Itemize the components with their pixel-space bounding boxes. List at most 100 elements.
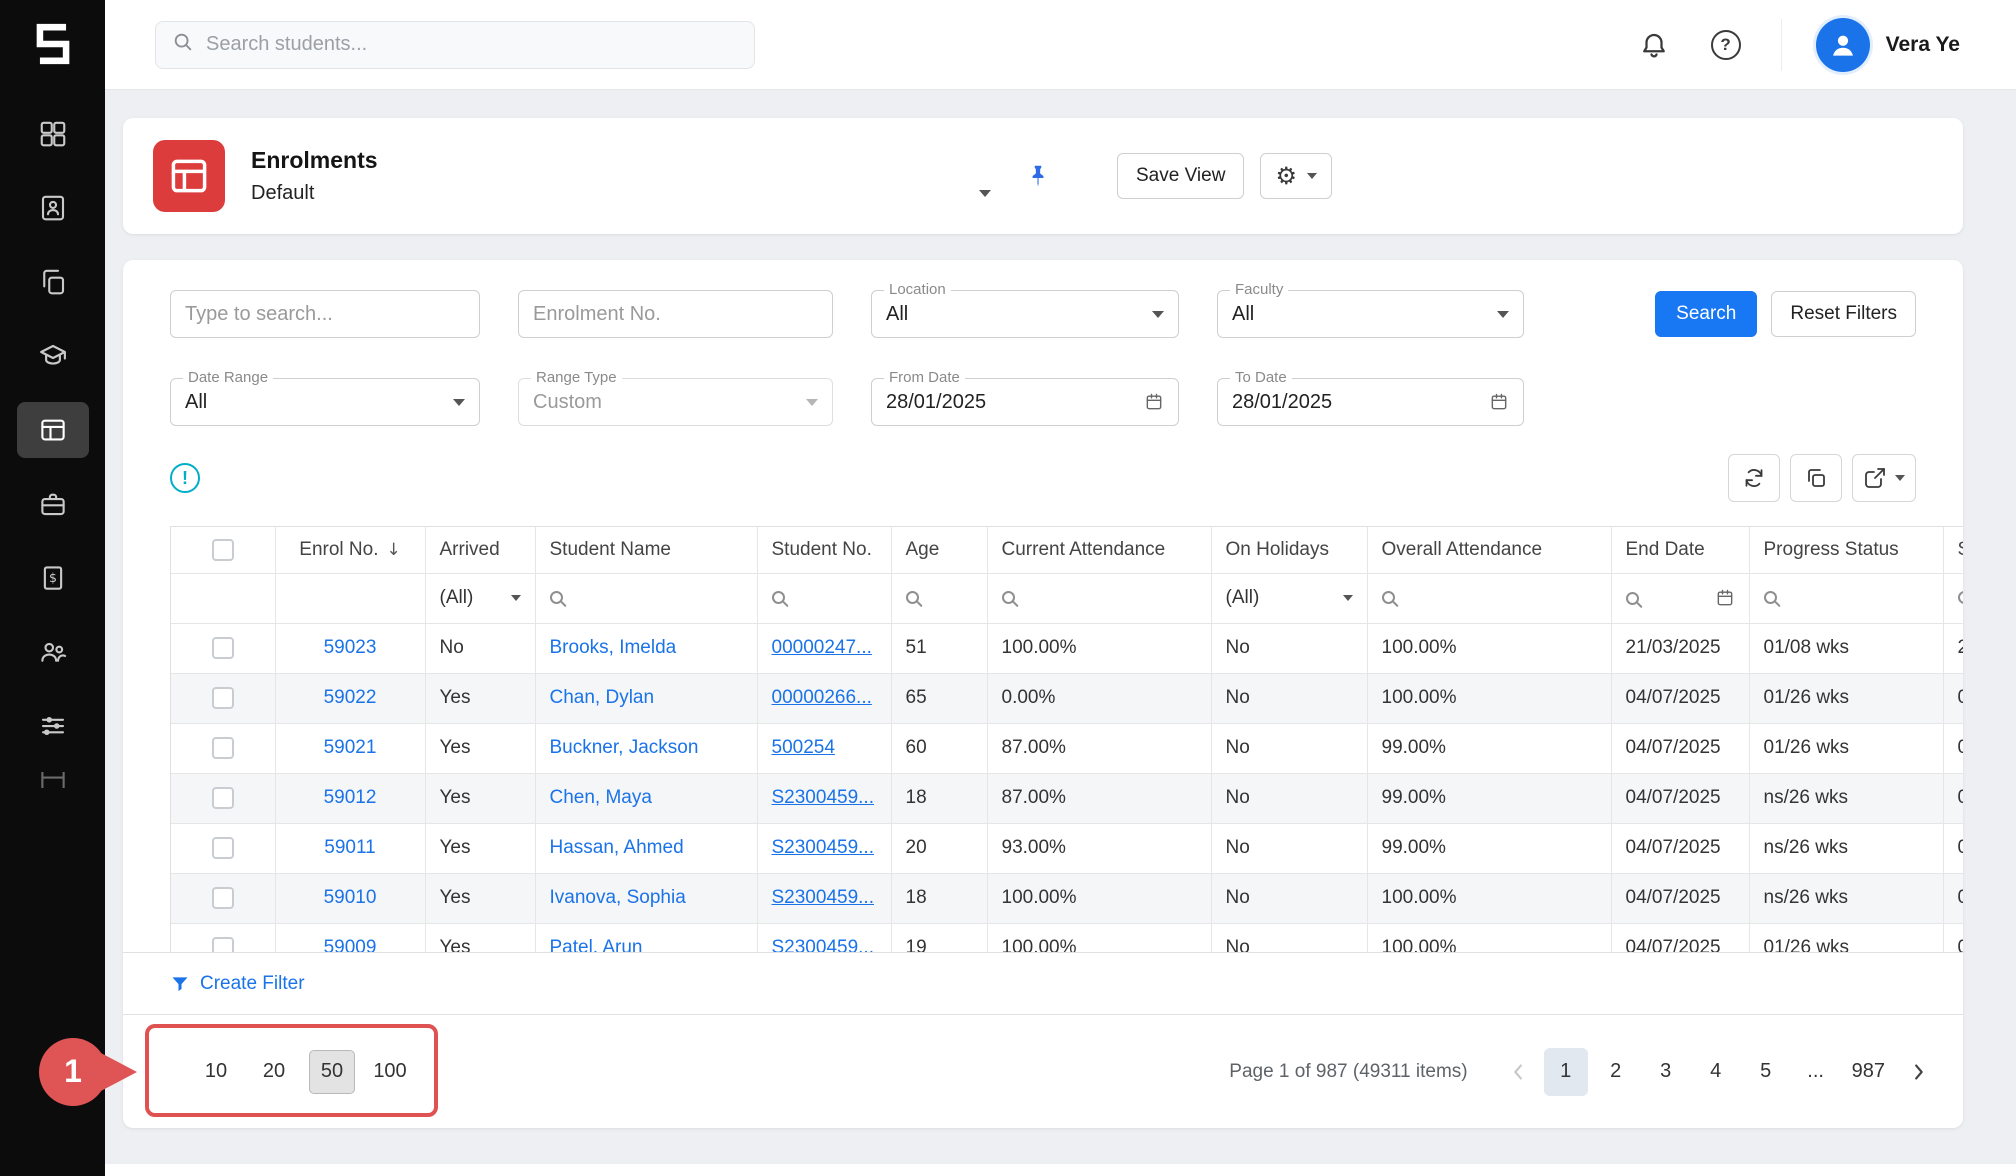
student-no-link[interactable]: 500254 <box>772 737 835 758</box>
export-button[interactable] <box>1852 454 1916 502</box>
sidebar-item-community[interactable] <box>17 624 89 680</box>
filter-clipped[interactable] <box>1943 573 1963 623</box>
page-number-group: 12345...987 <box>1544 1048 1893 1096</box>
column-header-overall-attendance[interactable]: Overall Attendance <box>1367 527 1611 573</box>
sidebar-item-contacts[interactable] <box>17 180 89 236</box>
enrol-no-link[interactable]: 59012 <box>324 787 377 808</box>
student-name-link[interactable]: Chan, Dylan <box>550 687 655 708</box>
row-checkbox[interactable] <box>212 787 234 809</box>
student-no-link[interactable]: S2300459... <box>772 787 874 808</box>
student-no-link[interactable]: S2300459... <box>772 837 874 858</box>
sidebar-item-more[interactable] <box>17 772 89 788</box>
to-date-field[interactable]: To Date 28/01/2025 <box>1217 378 1524 426</box>
date-range-select[interactable]: Date Range All <box>170 378 480 426</box>
create-filter-link[interactable]: Create Filter <box>200 973 305 995</box>
sidebar-item-services[interactable] <box>17 476 89 532</box>
reset-filters-button[interactable]: Reset Filters <box>1771 291 1916 337</box>
student-no-link[interactable]: S2300459... <box>772 937 874 952</box>
student-no-link[interactable]: 00000247... <box>772 637 872 658</box>
notifications-button[interactable] <box>1639 30 1669 60</box>
range-type-select[interactable]: Range Type Custom <box>518 378 833 426</box>
student-name-link[interactable]: Patel, Arun <box>550 937 643 952</box>
page-1[interactable]: 1 <box>1544 1048 1588 1096</box>
faculty-select[interactable]: Faculty All <box>1217 290 1524 338</box>
help-button[interactable]: ? <box>1711 30 1741 60</box>
row-checkbox[interactable] <box>212 887 234 909</box>
column-header-end-date[interactable]: End Date <box>1611 527 1749 573</box>
save-view-button[interactable]: Save View <box>1117 153 1244 199</box>
keyword-search-input[interactable] <box>170 290 480 338</box>
sidebar-item-settings[interactable] <box>17 698 89 754</box>
column-header-on-holidays[interactable]: On Holidays <box>1211 527 1367 573</box>
filter-arrived[interactable]: (All) <box>425 573 535 623</box>
row-checkbox[interactable] <box>212 687 234 709</box>
pin-view-button[interactable] <box>1025 163 1051 189</box>
filter-on-holidays[interactable]: (All) <box>1211 573 1367 623</box>
page-size-100[interactable]: 100 <box>367 1050 413 1094</box>
app-logo[interactable] <box>21 12 85 76</box>
filter-current-attendance[interactable] <box>987 573 1211 623</box>
row-checkbox[interactable] <box>212 637 234 659</box>
page-5[interactable]: 5 <box>1744 1048 1788 1096</box>
filter-age[interactable] <box>891 573 987 623</box>
enrolment-no-input[interactable] <box>518 290 833 338</box>
filter-enrol-no[interactable] <box>275 573 425 623</box>
column-header-current-attendance[interactable]: Current Attendance <box>987 527 1211 573</box>
sidebar-item-documents[interactable] <box>17 254 89 310</box>
enrol-no-link[interactable]: 59009 <box>324 937 377 952</box>
student-no-link[interactable]: S2300459... <box>772 887 874 908</box>
column-chooser-button[interactable] <box>1790 454 1842 502</box>
view-selector[interactable]: Default <box>251 182 991 205</box>
sidebar-item-dashboard[interactable] <box>17 106 89 162</box>
sidebar-item-enrolments[interactable] <box>17 402 89 458</box>
filter-student-no[interactable] <box>757 573 891 623</box>
student-no-link[interactable]: 00000266... <box>772 687 872 708</box>
page-987[interactable]: 987 <box>1844 1048 1893 1096</box>
filter-student-name[interactable] <box>535 573 757 623</box>
row-checkbox[interactable] <box>212 937 234 952</box>
avatar[interactable] <box>1816 18 1870 72</box>
enrol-no-link[interactable]: 59021 <box>324 737 377 758</box>
student-name-link[interactable]: Chen, Maya <box>550 787 652 808</box>
filter-overall-attendance[interactable] <box>1367 573 1611 623</box>
enrol-no-link[interactable]: 59022 <box>324 687 377 708</box>
student-name-link[interactable]: Ivanova, Sophia <box>550 887 686 908</box>
search-input[interactable] <box>206 33 738 56</box>
sidebar-item-invoices[interactable]: $ <box>17 550 89 606</box>
filter-progress-status[interactable] <box>1749 573 1943 623</box>
column-header-student-no[interactable]: Student No. <box>757 527 891 573</box>
column-header-clipped[interactable]: S <box>1943 527 1963 573</box>
student-name-link[interactable]: Buckner, Jackson <box>550 737 699 758</box>
column-header-progress-status[interactable]: Progress Status <box>1749 527 1943 573</box>
info-icon[interactable]: ! <box>170 463 200 493</box>
page-3[interactable]: 3 <box>1644 1048 1688 1096</box>
page-size-50[interactable]: 50 <box>309 1050 355 1094</box>
search-button[interactable]: Search <box>1655 291 1757 337</box>
row-checkbox[interactable] <box>212 737 234 759</box>
enrol-no-link[interactable]: 59010 <box>324 887 377 908</box>
next-page-button[interactable] <box>1901 1058 1935 1086</box>
location-select[interactable]: Location All <box>871 290 1179 338</box>
page-size-20[interactable]: 20 <box>251 1050 297 1094</box>
column-header-age[interactable]: Age <box>891 527 987 573</box>
column-header-student-name[interactable]: Student Name <box>535 527 757 573</box>
page-title: Enrolments <box>251 147 991 174</box>
student-name-link[interactable]: Brooks, Imelda <box>550 637 677 658</box>
column-header-enrol-no[interactable]: Enrol No.↓ <box>275 527 425 573</box>
global-search[interactable] <box>155 21 755 69</box>
student-name-link[interactable]: Hassan, Ahmed <box>550 837 684 858</box>
enrol-no-link[interactable]: 59011 <box>324 837 375 858</box>
page-size-10[interactable]: 10 <box>193 1050 239 1094</box>
page-2[interactable]: 2 <box>1594 1048 1638 1096</box>
previous-page-button[interactable] <box>1502 1058 1536 1086</box>
view-settings-button[interactable]: ⚙ <box>1260 153 1332 199</box>
page-4[interactable]: 4 <box>1694 1048 1738 1096</box>
enrol-no-link[interactable]: 59023 <box>324 637 377 658</box>
from-date-field[interactable]: From Date 28/01/2025 <box>871 378 1179 426</box>
select-all-checkbox[interactable] <box>212 539 234 561</box>
filter-end-date[interactable] <box>1611 573 1749 623</box>
row-checkbox[interactable] <box>212 837 234 859</box>
column-header-arrived[interactable]: Arrived <box>425 527 535 573</box>
sidebar-item-courses[interactable] <box>17 328 89 384</box>
refresh-button[interactable] <box>1728 454 1780 502</box>
